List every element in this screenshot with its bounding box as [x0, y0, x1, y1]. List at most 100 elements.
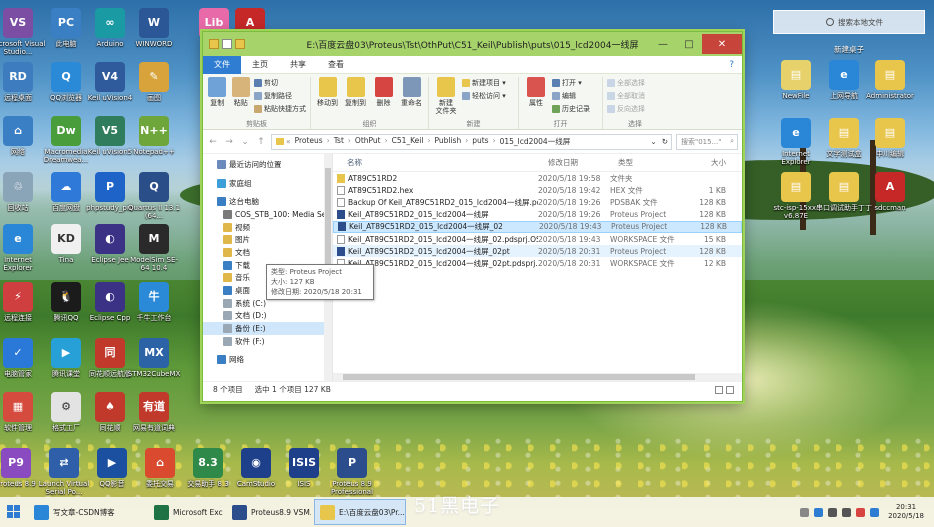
select-none-button[interactable]: 全部取消	[607, 90, 645, 101]
rename-button[interactable]: 重命名	[399, 77, 424, 119]
tab-file[interactable]: 文件	[203, 55, 241, 74]
nav-item[interactable]: COS_STB_100: Media Serv	[203, 208, 332, 221]
tab-view[interactable]: 查看	[317, 56, 355, 74]
security-icon[interactable]	[814, 507, 824, 517]
properties-icon[interactable]	[222, 39, 232, 49]
maximize-button[interactable]: □	[676, 34, 702, 54]
desktop-icon[interactable]: ▤ 中川编辑	[862, 118, 918, 158]
nav-item[interactable]: 软件 (F:)	[203, 335, 332, 348]
up-arrow-icon[interactable]: ↑	[255, 136, 267, 148]
desktop-icon[interactable]: 牛千牛工作台	[126, 282, 182, 322]
copy-button[interactable]: 复制	[207, 77, 228, 119]
cut-button[interactable]: 剪切	[254, 77, 306, 88]
desktop-icon[interactable]: W WINWORD	[126, 8, 182, 48]
file-list-scroll-thumb[interactable]	[343, 374, 695, 380]
file-row[interactable]: AT89C51RD2 2020/5/18 19:58 文件夹	[333, 172, 742, 184]
breadcrumb-item[interactable]: Publish	[432, 136, 463, 147]
select-all-button[interactable]: 全部选择	[607, 77, 645, 88]
copy-path-button[interactable]: 复制路径	[254, 90, 306, 101]
desktop-icon[interactable]: P Proteus 8.9 Professional	[324, 448, 380, 496]
column-name[interactable]: 名称	[333, 157, 538, 168]
open-button[interactable]: 打开 ▾	[552, 77, 590, 88]
input-method-icon[interactable]	[856, 507, 866, 517]
details-view-icon[interactable]	[715, 385, 723, 394]
breadcrumb-item[interactable]: puts	[470, 136, 490, 147]
invert-selection-button[interactable]: 反向选择	[607, 103, 645, 114]
start-button[interactable]	[0, 497, 28, 527]
taskbar-button[interactable]: 写文章-CSDN博客	[28, 499, 146, 525]
help-icon[interactable]: ?	[729, 60, 742, 70]
refresh-icon[interactable]: ↻	[662, 137, 671, 146]
large-icons-view-icon[interactable]	[726, 385, 734, 394]
chevron-down-icon[interactable]: ⌄	[650, 137, 659, 146]
forward-arrow-icon[interactable]: →	[223, 136, 235, 148]
file-row[interactable]: Backup Of Keil_AT89C51RD2_015_lcd2004一线屏…	[333, 196, 742, 208]
new-folder-button[interactable]: 新建 文件夹	[433, 77, 459, 119]
back-arrow-icon[interactable]: ←	[207, 136, 219, 148]
breadcrumb-item[interactable]: OthPut	[353, 136, 383, 147]
nav-item[interactable]: 图片	[203, 233, 332, 246]
taskbar-button[interactable]: E:\百度云盘03\Pr...	[314, 499, 406, 525]
edit-button[interactable]: 编辑	[552, 90, 590, 101]
taskbar-button[interactable]: Proteus8.9 VSM...	[226, 499, 312, 525]
title-bar[interactable]: E:\百度云盘03\Proteus\Tst\OthPut\C51_Keil\Pu…	[203, 32, 742, 56]
desktop-icon[interactable]: 有道 网易有道词典	[126, 392, 182, 432]
clock[interactable]: 20:31 2020/5/18	[884, 503, 928, 521]
desktop-icon[interactable]: ✎ 画图	[126, 62, 182, 102]
properties-button[interactable]: 属性	[523, 77, 549, 119]
tray-chevron-icon[interactable]	[800, 507, 810, 517]
notification-icon[interactable]	[870, 507, 880, 517]
file-row[interactable]: AT89C51RD2.hex 2020/5/18 19:42 HEX 文件 1 KB	[333, 184, 742, 196]
file-row[interactable]: Keil_AT89C51RD2_015_lcd2004一线屏_02.pdsprj…	[333, 233, 742, 245]
column-date[interactable]: 修改日期	[538, 157, 608, 168]
network-icon[interactable]	[828, 507, 838, 517]
column-size[interactable]: 大小	[680, 157, 730, 168]
address-bar[interactable]: « Proteus › Tst › OthPut › C51_Keil › Publish › pu…	[271, 133, 672, 150]
breadcrumb-chevron-icon[interactable]: ›	[465, 136, 468, 147]
nav-item[interactable]: 视频	[203, 221, 332, 234]
recent-chevron-icon[interactable]: ⌄	[239, 136, 251, 148]
folder-icon[interactable]	[209, 39, 219, 49]
breadcrumb-item[interactable]: Proteus	[293, 136, 325, 147]
file-row[interactable]: Keil_AT89C51RD2_015_lcd2004一线屏 2020/5/18 …	[333, 209, 742, 221]
paste-button[interactable]: 粘贴	[231, 77, 252, 119]
nav-item[interactable]: 文档	[203, 246, 332, 259]
new-folder-icon[interactable]	[235, 39, 245, 49]
breadcrumb-item[interactable]: Tst	[332, 136, 346, 147]
desktop-icon[interactable]: ▤ Administrator	[862, 60, 918, 100]
taskbar-button[interactable]: Microsoft Excel ...	[148, 499, 224, 525]
new-item-button[interactable]: 新建项目 ▾	[462, 77, 506, 88]
nav-item[interactable]: 文档 (D:)	[203, 310, 332, 323]
move-to-button[interactable]: 移动到	[315, 77, 340, 119]
nav-item[interactable]: 这台电脑	[203, 195, 332, 208]
nav-item[interactable]: 网络	[203, 354, 332, 367]
desktop-icon[interactable]: Q Quartus II 13.1 (64...	[126, 172, 182, 220]
file-row[interactable]: Keil_AT89C51RD2_015_lcd2004一线屏_02 2020/5/…	[333, 220, 742, 233]
history-button[interactable]: 历史记录	[552, 103, 590, 114]
breadcrumb-item[interactable]: 015_lcd2004一线屏	[498, 136, 573, 147]
nav-item[interactable]: 最近访问的位置	[203, 158, 332, 171]
breadcrumb-chevron-icon[interactable]: ›	[427, 136, 430, 147]
desktop-icon[interactable]: MX STM32CubeMX	[126, 338, 182, 378]
paste-shortcut-button[interactable]: 粘贴快捷方式	[254, 103, 306, 114]
desktop-icon[interactable]: M ModelSim SE-64 10.4	[126, 224, 182, 272]
nav-item[interactable]: 家庭组	[203, 177, 332, 190]
desktop-icon[interactable]: N++ Notepad++	[126, 116, 182, 156]
folder-search-input[interactable]: 搜索"015..." ⌕	[676, 133, 738, 150]
breadcrumb-chevron-icon[interactable]: ›	[385, 136, 388, 147]
file-list-scrollbar[interactable]	[333, 373, 742, 381]
desktop-search-box[interactable]: 搜索本地文件	[773, 10, 925, 34]
tab-home[interactable]: 主页	[241, 56, 279, 74]
tab-share[interactable]: 共享	[279, 56, 317, 74]
breadcrumb-chevron-icon[interactable]: ›	[493, 136, 496, 147]
close-button[interactable]: ✕	[702, 34, 742, 54]
desktop-icon[interactable]: Asdccman	[862, 172, 918, 212]
copy-to-button[interactable]: 复制到	[343, 77, 368, 119]
breadcrumb-chevron-icon[interactable]: ›	[348, 136, 351, 147]
column-type[interactable]: 类型	[608, 157, 680, 168]
delete-button[interactable]: 删除	[371, 77, 396, 119]
breadcrumb-overflow[interactable]: «	[286, 137, 291, 146]
easy-access-button[interactable]: 轻松访问 ▾	[462, 90, 506, 101]
breadcrumb-item[interactable]: C51_Keil	[390, 136, 426, 147]
file-row[interactable]: Keil_AT89C51RD2_015_lcd2004一线屏_02pt 2020/…	[333, 245, 742, 258]
